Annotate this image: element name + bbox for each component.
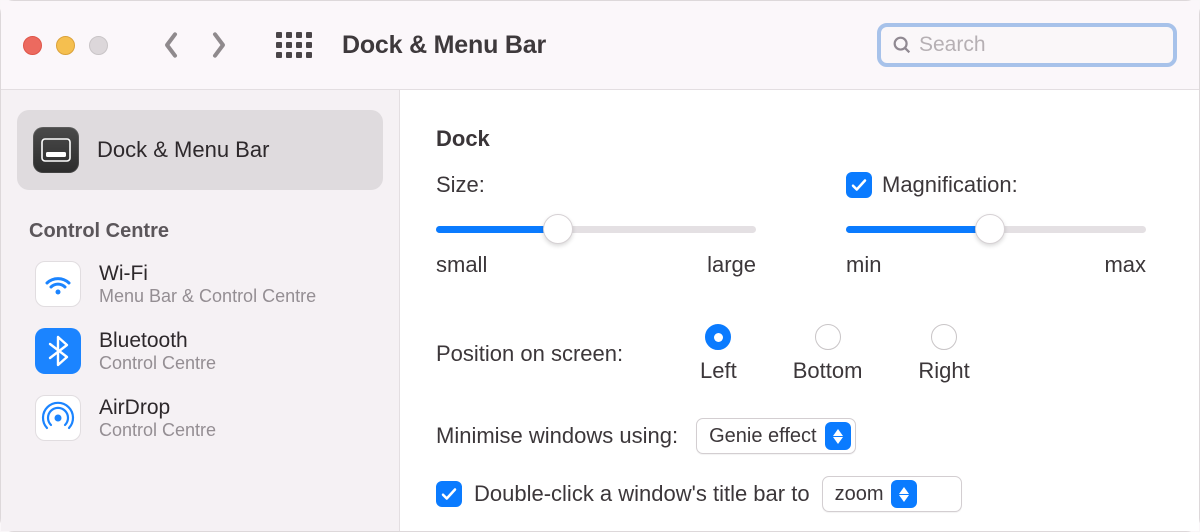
select-value: Genie effect: [709, 425, 816, 448]
radio-button[interactable]: [815, 324, 841, 350]
magnification-min-label: min: [846, 252, 881, 278]
updown-arrows-icon: [825, 422, 851, 450]
position-radio-left[interactable]: Left: [700, 324, 737, 384]
doubleclick-checkbox[interactable]: [436, 481, 462, 507]
position-radio-group: Left Bottom Right: [700, 324, 970, 384]
magnification-label: Magnification:: [882, 172, 1018, 198]
grid-icon: [276, 32, 312, 58]
search-input[interactable]: Search: [877, 23, 1177, 67]
sidebar-item-title: Bluetooth: [99, 328, 216, 353]
select-value: zoom: [835, 483, 884, 506]
sidebar-item-title: Wi-Fi: [99, 261, 316, 286]
bluetooth-icon: [35, 328, 81, 374]
doubleclick-select[interactable]: zoom: [822, 476, 962, 512]
sidebar-item-dock-menu-bar[interactable]: Dock & Menu Bar: [17, 110, 383, 190]
sidebar-item-bluetooth[interactable]: Bluetooth Control Centre: [1, 318, 399, 385]
magnification-slider[interactable]: [846, 214, 1146, 244]
sidebar-group-title: Control Centre: [29, 220, 399, 243]
doubleclick-label: Double-click a window's title bar to: [474, 481, 810, 507]
back-button[interactable]: [156, 27, 186, 63]
minimise-select[interactable]: Genie effect: [696, 418, 855, 454]
sidebar-item-subtitle: Menu Bar & Control Centre: [99, 286, 316, 308]
forward-button[interactable]: [204, 27, 234, 63]
window-title: Dock & Menu Bar: [342, 31, 546, 60]
size-max-label: large: [707, 252, 756, 278]
wifi-icon: [35, 261, 81, 307]
window-controls: [23, 36, 108, 55]
close-window-button[interactable]: [23, 36, 42, 55]
position-radio-bottom[interactable]: Bottom: [793, 324, 863, 384]
sidebar-item-subtitle: Control Centre: [99, 420, 216, 442]
size-label: Size:: [436, 172, 485, 198]
nav-arrows: [156, 27, 234, 63]
radio-button[interactable]: [931, 324, 957, 350]
position-label: Position on screen:: [436, 341, 656, 367]
show-all-preferences-button[interactable]: [278, 29, 310, 61]
updown-arrows-icon: [891, 480, 917, 508]
section-title: Dock: [436, 126, 1151, 152]
toolbar: Dock & Menu Bar Search: [1, 1, 1199, 89]
dock-icon: [33, 127, 79, 173]
position-radio-right[interactable]: Right: [918, 324, 969, 384]
airdrop-icon: [35, 395, 81, 441]
radio-label: Right: [918, 358, 969, 384]
size-slider[interactable]: [436, 214, 756, 244]
zoom-window-button[interactable]: [89, 36, 108, 55]
search-icon: [891, 34, 913, 56]
size-min-label: small: [436, 252, 487, 278]
sidebar-item-subtitle: Control Centre: [99, 353, 216, 375]
radio-label: Bottom: [793, 358, 863, 384]
minimize-window-button[interactable]: [56, 36, 75, 55]
slider-thumb[interactable]: [543, 214, 573, 244]
sidebar: Dock & Menu Bar Control Centre Wi-Fi Men…: [1, 89, 399, 531]
sidebar-item-wifi[interactable]: Wi-Fi Menu Bar & Control Centre: [1, 251, 399, 318]
minimise-label: Minimise windows using:: [436, 423, 678, 449]
main-panel: Dock Size: small large: [399, 89, 1199, 531]
search-placeholder: Search: [919, 33, 986, 57]
magnification-checkbox[interactable]: [846, 172, 872, 198]
radio-button[interactable]: [705, 324, 731, 350]
radio-label: Left: [700, 358, 737, 384]
slider-thumb[interactable]: [975, 214, 1005, 244]
magnification-max-label: max: [1104, 252, 1146, 278]
sidebar-item-title: AirDrop: [99, 395, 216, 420]
sidebar-item-label: Dock & Menu Bar: [97, 137, 269, 163]
sidebar-item-airdrop[interactable]: AirDrop Control Centre: [1, 385, 399, 452]
